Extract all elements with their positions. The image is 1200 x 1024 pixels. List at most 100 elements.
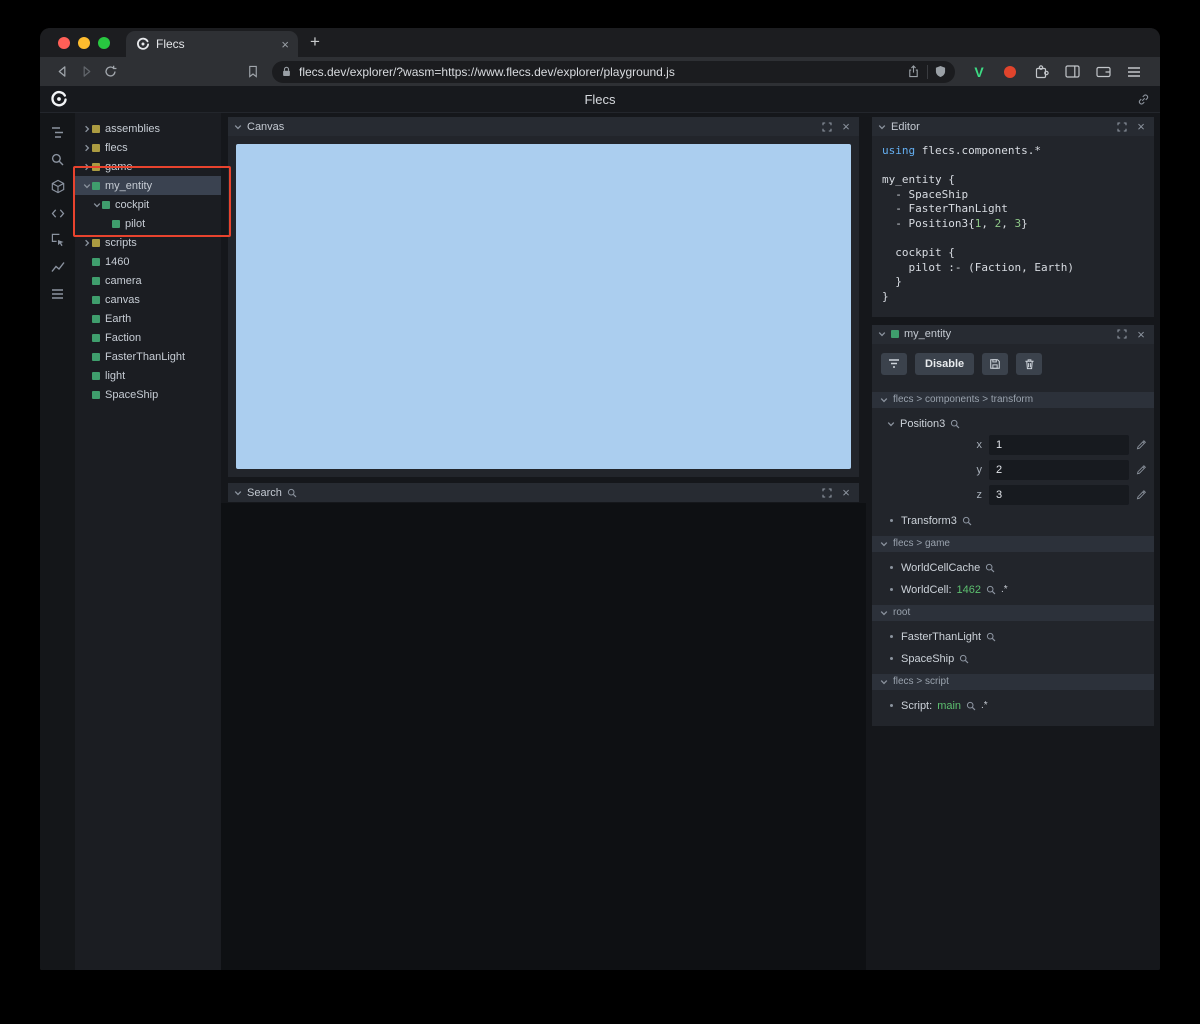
component-section-header[interactable]: flecs > components > transform [872, 391, 1154, 408]
tree-item-assemblies[interactable]: assemblies [75, 119, 221, 138]
edit-pencil-icon[interactable] [1136, 464, 1147, 475]
chevron-down-icon[interactable] [234, 489, 242, 497]
share-link-icon[interactable] [1137, 93, 1150, 106]
close-icon[interactable]: × [1134, 328, 1148, 341]
stats-chart-icon[interactable] [47, 258, 69, 276]
zoom-window-button[interactable] [98, 37, 110, 49]
expand-icon[interactable] [820, 487, 834, 498]
entity-color-square [891, 330, 899, 339]
chevron-down-icon[interactable] [234, 123, 242, 131]
back-icon[interactable] [50, 60, 74, 84]
query-magnifier-icon[interactable] [986, 632, 996, 642]
chevron-down-icon[interactable] [878, 123, 886, 131]
component-row-Script[interactable]: Script: main .* [872, 700, 1154, 712]
code-icon[interactable] [47, 204, 69, 222]
search-icon[interactable] [47, 150, 69, 168]
query-magnifier-icon[interactable] [985, 563, 995, 573]
tree-item-flecs[interactable]: flecs [75, 138, 221, 157]
tree-item-FasterThanLight[interactable]: FasterThanLight [75, 347, 221, 366]
close-icon[interactable]: × [839, 486, 853, 499]
expand-icon[interactable] [820, 121, 834, 132]
forward-icon[interactable] [74, 60, 98, 84]
entity-color-square [92, 352, 100, 361]
filter-button[interactable] [881, 352, 907, 375]
field-value-input-z[interactable] [989, 484, 1129, 505]
tree-item-cockpit[interactable]: cockpit [75, 195, 221, 214]
chevron-down-icon[interactable] [81, 182, 92, 190]
browser-tab[interactable]: Flecs × [126, 31, 298, 57]
query-magnifier-icon[interactable] [959, 654, 969, 664]
component-section-header[interactable]: flecs > script [872, 673, 1154, 690]
side-panel-icon[interactable] [1062, 62, 1082, 82]
tree-item-Faction[interactable]: Faction [75, 328, 221, 347]
new-tab-button[interactable]: + [310, 32, 320, 52]
minimize-window-button[interactable] [78, 37, 90, 49]
tree-item-camera[interactable]: camera [75, 271, 221, 290]
extensions-puzzle-icon[interactable] [1031, 62, 1051, 82]
code-area[interactable]: using flecs.components.* my_entity { - S… [872, 136, 1154, 317]
component-row-Position3[interactable]: Position3 [872, 418, 1154, 430]
chevron-down-icon[interactable] [880, 396, 888, 404]
component-section-header[interactable]: flecs > game [872, 535, 1154, 552]
component-row-SpaceShip[interactable]: SpaceShip [872, 653, 1154, 665]
component-section-header[interactable]: root [872, 604, 1154, 621]
bookmark-icon[interactable] [242, 61, 264, 83]
chevron-right-icon[interactable] [81, 239, 92, 247]
vimium-v-icon[interactable]: V [969, 62, 989, 82]
query-magnifier-icon[interactable] [966, 701, 976, 711]
outline-tree-icon[interactable] [47, 123, 69, 141]
tree-item-SpaceShip[interactable]: SpaceShip [75, 385, 221, 404]
canvas-viewport[interactable] [236, 144, 851, 469]
tree-item-1460[interactable]: 1460 [75, 252, 221, 271]
query-magnifier-icon[interactable] [962, 516, 972, 526]
tree-item-game[interactable]: game [75, 157, 221, 176]
edit-pencil-icon[interactable] [1136, 489, 1147, 500]
edit-pencil-icon[interactable] [1136, 439, 1147, 450]
menu-icon[interactable] [1124, 62, 1144, 82]
chevron-right-icon[interactable] [81, 125, 92, 133]
expand-icon[interactable] [1115, 329, 1129, 339]
tree-item-Earth[interactable]: Earth [75, 309, 221, 328]
field-value-input-y[interactable] [989, 459, 1129, 480]
tree-item-pilot[interactable]: pilot [75, 214, 221, 233]
field-value-input-x[interactable] [989, 434, 1129, 455]
wallet-icon[interactable] [1093, 62, 1113, 82]
tab-close-icon[interactable]: × [281, 38, 289, 51]
reload-icon[interactable] [98, 60, 122, 84]
delete-icon-button[interactable] [1016, 352, 1043, 375]
save-icon-button[interactable] [982, 352, 1009, 375]
close-icon[interactable]: × [1134, 120, 1148, 133]
url-text[interactable]: flecs.dev/explorer/?wasm=https://www.fle… [299, 65, 900, 79]
component-row-FasterThanLight[interactable]: FasterThanLight [872, 631, 1154, 643]
component-row-WorldCell[interactable]: WorldCell: 1462 .* [872, 584, 1154, 596]
chevron-down-icon[interactable] [91, 201, 102, 209]
shield-icon[interactable] [935, 65, 946, 78]
chevron-down-icon[interactable] [880, 540, 888, 548]
entity-tree: assemblies flecs game my_entity cockpit pilot… [75, 113, 221, 970]
tree-item-scripts[interactable]: scripts [75, 233, 221, 252]
chevron-down-icon[interactable] [880, 678, 888, 686]
close-window-button[interactable] [58, 37, 70, 49]
tree-item-canvas[interactable]: canvas [75, 290, 221, 309]
query-magnifier-icon[interactable] [950, 419, 960, 429]
chevron-down-icon[interactable] [880, 609, 888, 617]
disable-button[interactable]: Disable [915, 352, 975, 375]
close-icon[interactable]: × [839, 120, 853, 133]
search-magnifier-icon[interactable] [287, 488, 297, 498]
chevron-right-icon[interactable] [81, 144, 92, 152]
chevron-down-icon[interactable] [878, 330, 886, 338]
address-bar[interactable]: flecs.dev/explorer/?wasm=https://www.fle… [272, 60, 955, 83]
tree-item-my_entity[interactable]: my_entity [75, 176, 221, 195]
expand-icon[interactable] [1115, 121, 1129, 132]
chevron-right-icon[interactable] [81, 163, 92, 171]
query-magnifier-icon[interactable] [986, 585, 996, 595]
component-row-WorldCellCache[interactable]: WorldCellCache [872, 562, 1154, 574]
recorder-red-dot-icon[interactable] [1000, 62, 1020, 82]
inspect-cursor-icon[interactable] [47, 231, 69, 249]
entities-cube-icon[interactable] [47, 177, 69, 195]
tree-item-light[interactable]: light [75, 366, 221, 385]
chevron-down-icon[interactable] [887, 420, 895, 428]
component-row-Transform3[interactable]: Transform3 [872, 515, 1154, 527]
share-icon[interactable] [907, 65, 920, 78]
log-list-icon[interactable] [47, 285, 69, 303]
